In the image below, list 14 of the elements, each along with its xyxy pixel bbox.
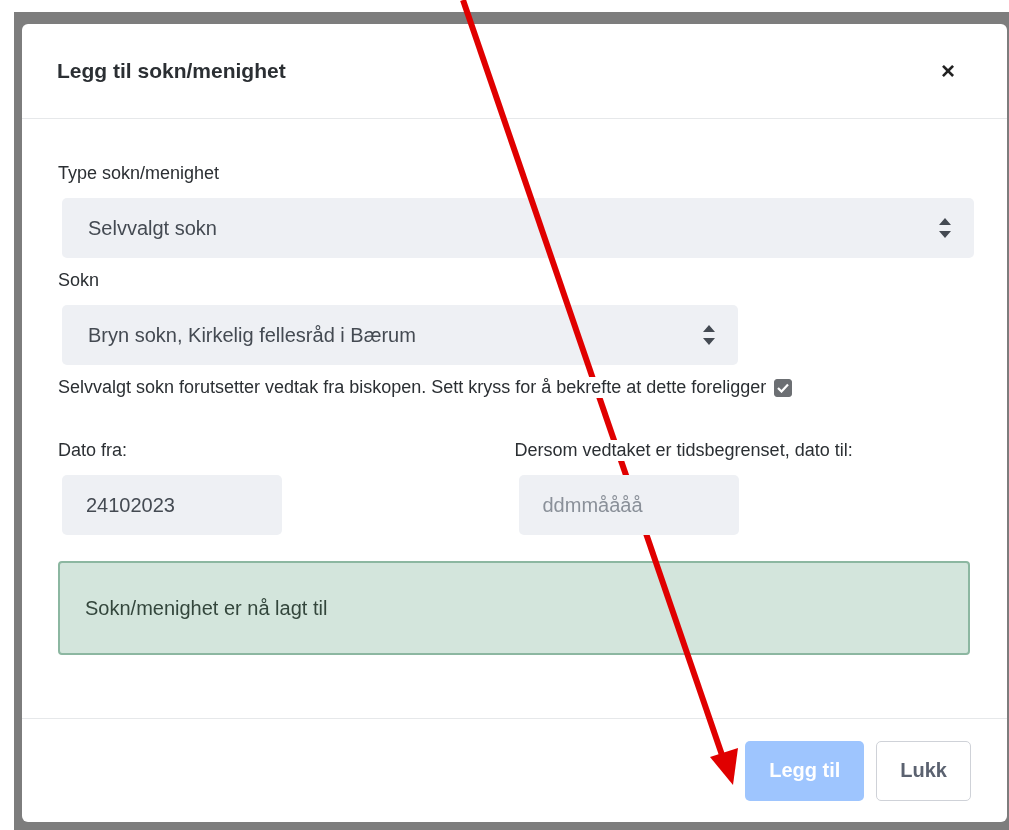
sort-caret-icon bbox=[938, 217, 952, 239]
field-label: Dersom vedtaket er tidsbegrenset, dato til: bbox=[514, 440, 853, 461]
checkbox[interactable] bbox=[774, 378, 793, 397]
select-field[interactable]: Bryn sokn, Kirkelig fellesråd i Bærum bbox=[62, 305, 738, 365]
date-field[interactable]: 24102023 bbox=[62, 475, 282, 535]
close-dialog-button[interactable]: Lukk bbox=[876, 740, 971, 801]
select-field[interactable]: Selvvalgt sokn bbox=[62, 198, 974, 258]
confirmation-text: Selvvalgt sokn forutsetter vedtak fra biskopen. Sett kryss for å bekrefte at dette foreligger bbox=[58, 377, 767, 398]
field-label: Type sokn/menighet bbox=[58, 163, 220, 184]
dialog-title: Legg til sokn/menighet bbox=[57, 59, 286, 83]
sort-caret-icon bbox=[702, 324, 716, 346]
success-alert: Sokn/menighet er nå lagt til bbox=[58, 561, 970, 655]
close-button[interactable]: × bbox=[941, 57, 955, 85]
date-field[interactable]: ddmmåååå bbox=[518, 475, 739, 535]
